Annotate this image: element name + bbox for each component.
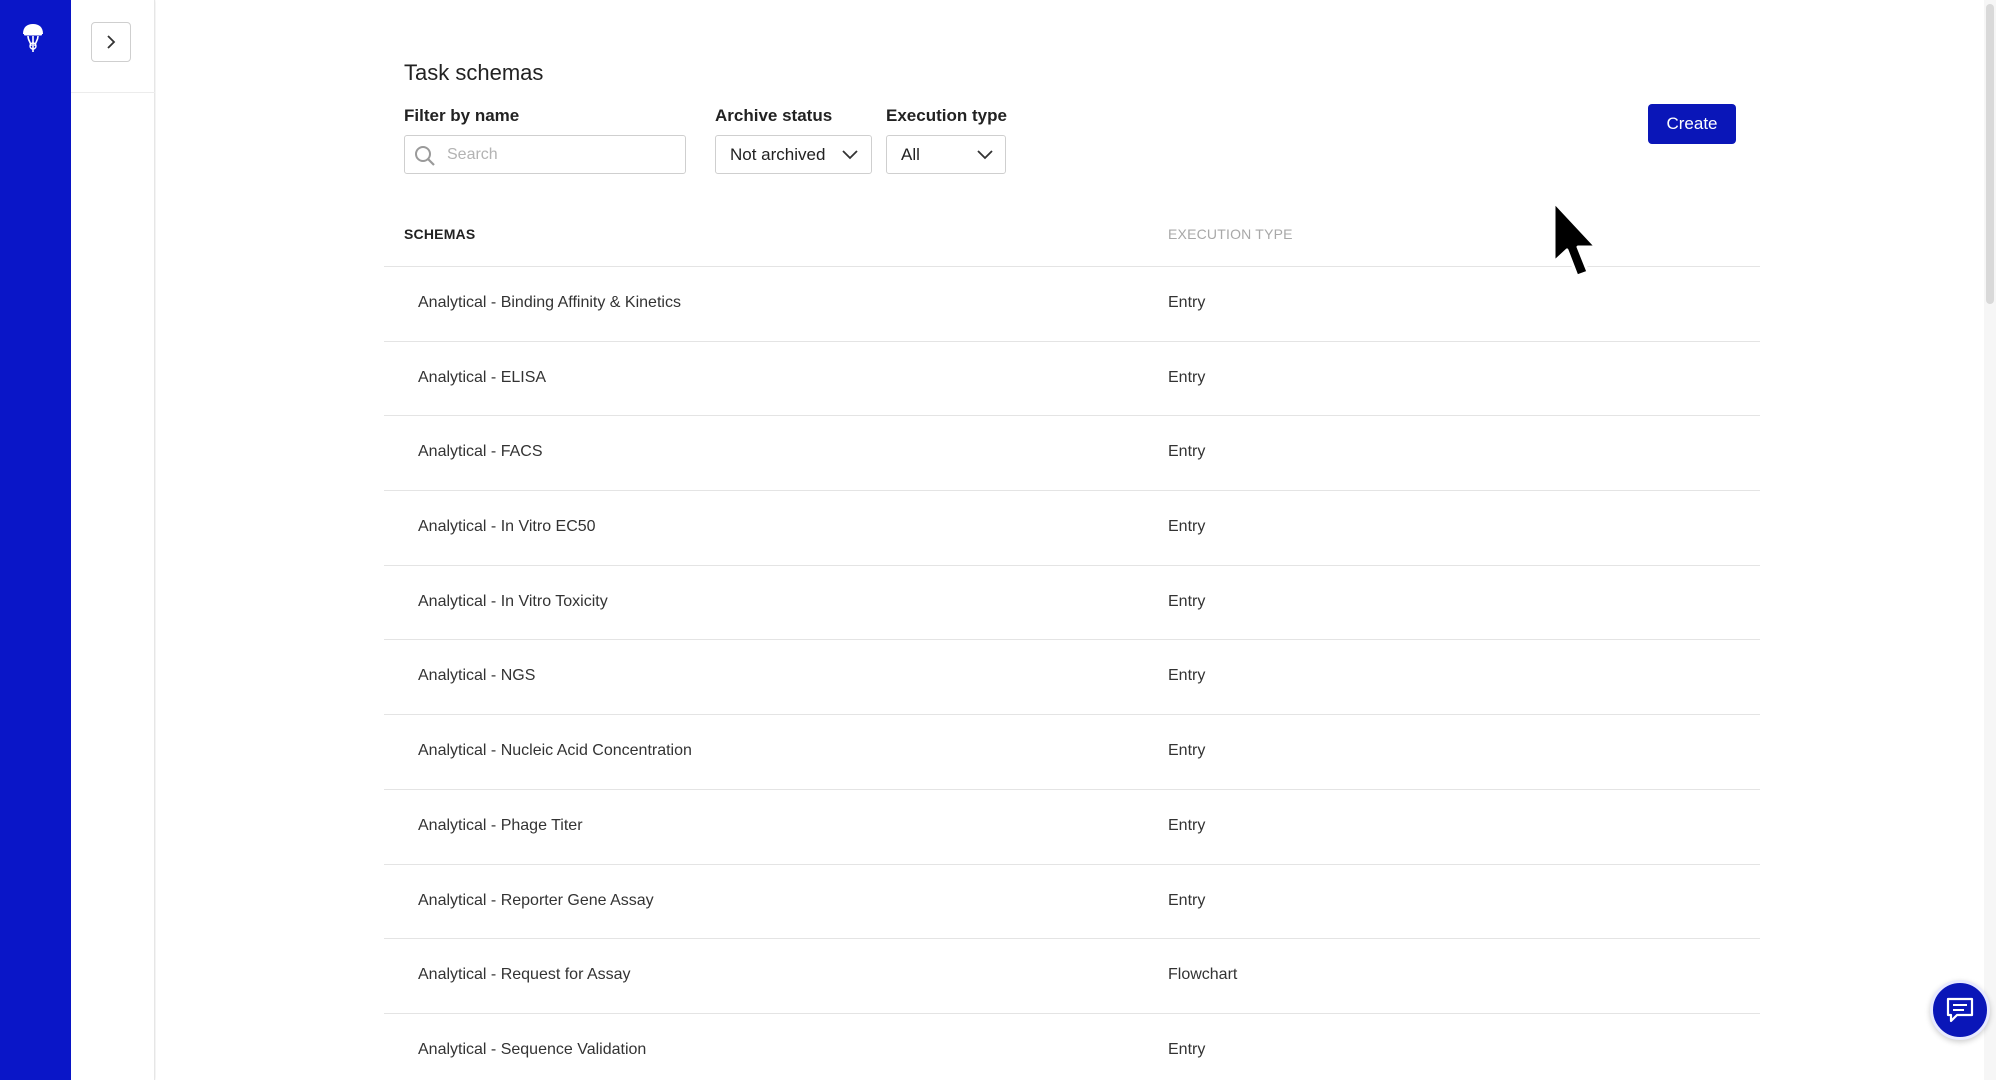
- table-row[interactable]: Analytical - Request for Assay Flowchart: [384, 939, 1760, 1014]
- chat-button[interactable]: [1930, 980, 1990, 1040]
- search-input[interactable]: [445, 142, 675, 168]
- create-button[interactable]: Create: [1648, 104, 1736, 144]
- jellyfish-logo-icon[interactable]: [20, 22, 46, 54]
- table-row[interactable]: Analytical - Sequence Validation Entry: [384, 1014, 1760, 1080]
- table-row[interactable]: Analytical - In Vitro EC50 Entry: [384, 491, 1760, 566]
- chat-icon: [1946, 997, 1974, 1023]
- scrollbar-thumb[interactable]: [1986, 4, 1994, 304]
- schema-name[interactable]: Analytical - Request for Assay: [418, 966, 631, 984]
- schema-name[interactable]: Analytical - ELISA: [418, 369, 546, 387]
- column-header-execution-type[interactable]: EXECUTION TYPE: [1168, 226, 1293, 242]
- archive-status-value: Not archived: [730, 145, 826, 164]
- expand-nav-button[interactable]: [91, 22, 131, 62]
- execution-type-cell: Entry: [1168, 518, 1206, 536]
- execution-type-cell: Entry: [1168, 816, 1206, 834]
- schema-name[interactable]: Analytical - In Vitro Toxicity: [418, 593, 608, 611]
- archive-status-select[interactable]: Not archived: [715, 135, 872, 174]
- schema-name[interactable]: Analytical - In Vitro EC50: [418, 518, 596, 536]
- table-row[interactable]: Analytical - ELISA Entry: [384, 342, 1760, 417]
- archive-status-label: Archive status: [715, 106, 833, 125]
- table-row[interactable]: Analytical - Binding Affinity & Kinetics…: [384, 267, 1760, 342]
- table-row[interactable]: Analytical - Nucleic Acid Concentration E…: [384, 715, 1760, 790]
- column-header-schemas[interactable]: SCHEMAS: [404, 226, 475, 242]
- execution-type-label: Execution type: [886, 106, 1007, 125]
- schema-name[interactable]: Analytical - Reporter Gene Assay: [418, 892, 654, 910]
- execution-type-cell: Entry: [1168, 1040, 1206, 1058]
- execution-type-cell: Flowchart: [1168, 966, 1238, 984]
- filter-by-name-label: Filter by name: [404, 106, 520, 125]
- table-body: Analytical - Binding Affinity & Kinetics…: [384, 267, 1760, 1080]
- schema-name[interactable]: Analytical - Nucleic Acid Concentration: [418, 742, 692, 760]
- execution-type-cell: Entry: [1168, 592, 1206, 610]
- schema-name[interactable]: Analytical - Binding Affinity & Kinetics: [418, 294, 681, 312]
- execution-type-cell: Entry: [1168, 443, 1206, 461]
- table-row[interactable]: Analytical - Phage Titer Entry: [384, 790, 1760, 865]
- chevron-down-icon: [977, 150, 993, 160]
- chevron-down-icon: [842, 150, 858, 160]
- execution-type-select[interactable]: All: [886, 135, 1006, 174]
- table-row[interactable]: Analytical - NGS Entry: [384, 640, 1760, 716]
- search-icon: [415, 146, 435, 166]
- execution-type-cell: Entry: [1168, 742, 1206, 760]
- execution-type-cell: Entry: [1168, 667, 1206, 685]
- page-scrollbar[interactable]: [1984, 0, 1996, 1080]
- schema-name[interactable]: Analytical - FACS: [418, 443, 542, 461]
- table-row[interactable]: Analytical - In Vitro Toxicity Entry: [384, 566, 1760, 641]
- secondary-nav-header: [71, 0, 155, 93]
- global-nav-rail: [0, 0, 71, 1080]
- search-field[interactable]: [404, 135, 686, 174]
- execution-type-cell: Entry: [1168, 891, 1206, 909]
- page-title: Task schemas: [404, 60, 544, 85]
- table-header: SCHEMAS EXECUTION TYPE: [384, 220, 1760, 267]
- table-row[interactable]: Analytical - FACS Entry: [384, 416, 1760, 492]
- schema-name[interactable]: Analytical - NGS: [418, 667, 535, 685]
- table-row[interactable]: Analytical - Reporter Gene Assay Entry: [384, 865, 1760, 940]
- secondary-nav: [71, 0, 155, 1080]
- execution-type-cell: Entry: [1168, 294, 1206, 311]
- schema-name[interactable]: Analytical - Sequence Validation: [418, 1041, 646, 1059]
- schema-name[interactable]: Analytical - Phage Titer: [418, 817, 583, 835]
- chevron-right-icon: [107, 35, 116, 49]
- main-content: Task schemas Filter by name Archive stat…: [156, 0, 1996, 1080]
- execution-type-value: All: [901, 145, 920, 164]
- execution-type-cell: Entry: [1168, 368, 1206, 386]
- app-root: Task schemas Filter by name Archive stat…: [0, 0, 1996, 1080]
- schemas-table: SCHEMAS EXECUTION TYPE Analytical - Bind…: [384, 220, 1760, 1080]
